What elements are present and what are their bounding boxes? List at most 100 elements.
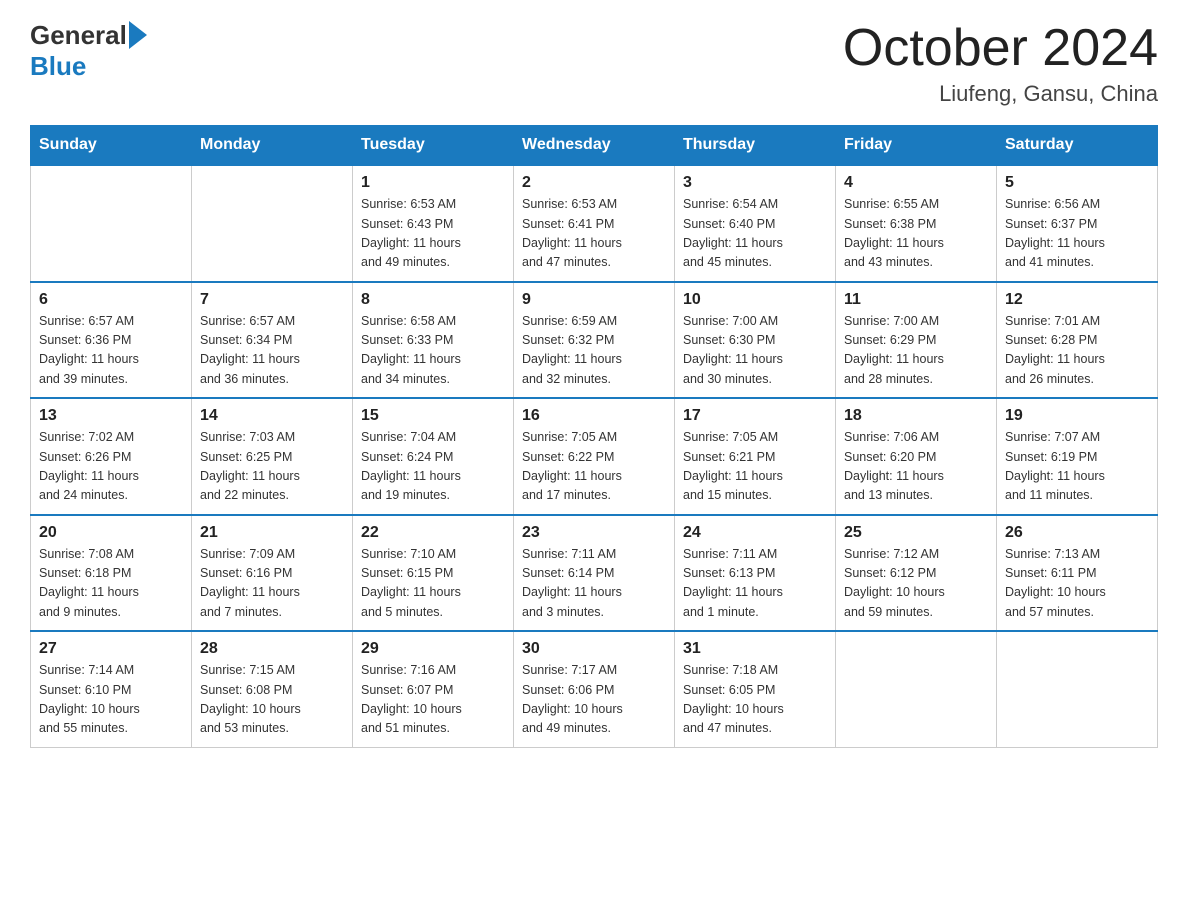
day-info: Sunrise: 6:57 AMSunset: 6:34 PMDaylight:… xyxy=(200,312,344,390)
day-number: 18 xyxy=(844,407,988,425)
calendar-cell: 14 Sunrise: 7:03 AMSunset: 6:25 PMDayligh… xyxy=(192,398,353,515)
calendar-cell: 19 Sunrise: 7:07 AMSunset: 6:19 PMDayligh… xyxy=(997,398,1158,515)
day-number: 23 xyxy=(522,524,666,542)
day-info: Sunrise: 6:54 AMSunset: 6:40 PMDaylight:… xyxy=(683,195,827,273)
day-number: 30 xyxy=(522,640,666,658)
day-number: 3 xyxy=(683,174,827,192)
calendar-cell: 28 Sunrise: 7:15 AMSunset: 6:08 PMDayligh… xyxy=(192,631,353,747)
day-number: 29 xyxy=(361,640,505,658)
calendar-cell: 13 Sunrise: 7:02 AMSunset: 6:26 PMDayligh… xyxy=(31,398,192,515)
day-number: 24 xyxy=(683,524,827,542)
day-number: 6 xyxy=(39,291,183,309)
day-number: 10 xyxy=(683,291,827,309)
day-number: 15 xyxy=(361,407,505,425)
calendar-cell: 12 Sunrise: 7:01 AMSunset: 6:28 PMDayligh… xyxy=(997,282,1158,399)
day-number: 13 xyxy=(39,407,183,425)
calendar-cell: 17 Sunrise: 7:05 AMSunset: 6:21 PMDayligh… xyxy=(675,398,836,515)
calendar-cell: 23Sunrise: 7:11 AMSunset: 6:14 PMDayligh… xyxy=(514,515,675,632)
day-number: 28 xyxy=(200,640,344,658)
day-info: Sunrise: 7:01 AMSunset: 6:28 PMDaylight:… xyxy=(1005,312,1149,390)
col-header-saturday: Saturday xyxy=(997,126,1158,166)
calendar-cell: 21Sunrise: 7:09 AMSunset: 6:16 PMDayligh… xyxy=(192,515,353,632)
col-header-friday: Friday xyxy=(836,126,997,166)
col-header-sunday: Sunday xyxy=(31,126,192,166)
day-number: 9 xyxy=(522,291,666,309)
calendar-cell: 3 Sunrise: 6:54 AMSunset: 6:40 PMDaylight… xyxy=(675,165,836,282)
calendar-cell: 6 Sunrise: 6:57 AMSunset: 6:36 PMDaylight… xyxy=(31,282,192,399)
calendar-cell: 8 Sunrise: 6:58 AMSunset: 6:33 PMDaylight… xyxy=(353,282,514,399)
day-info: Sunrise: 7:17 AMSunset: 6:06 PMDaylight:… xyxy=(522,661,666,739)
day-info: Sunrise: 7:12 AMSunset: 6:12 PMDaylight:… xyxy=(844,545,988,623)
calendar-week-row: 1 Sunrise: 6:53 AMSunset: 6:43 PMDaylight… xyxy=(31,165,1158,282)
calendar-cell: 31Sunrise: 7:18 AMSunset: 6:05 PMDayligh… xyxy=(675,631,836,747)
day-info: Sunrise: 7:16 AMSunset: 6:07 PMDaylight:… xyxy=(361,661,505,739)
day-info: Sunrise: 7:04 AMSunset: 6:24 PMDaylight:… xyxy=(361,428,505,506)
calendar-cell: 22 Sunrise: 7:10 AMSunset: 6:15 PMDayligh… xyxy=(353,515,514,632)
day-number: 31 xyxy=(683,640,827,658)
calendar-cell: 20Sunrise: 7:08 AMSunset: 6:18 PMDayligh… xyxy=(31,515,192,632)
calendar-cell: 16Sunrise: 7:05 AMSunset: 6:22 PMDayligh… xyxy=(514,398,675,515)
logo-general-text: General xyxy=(30,20,127,51)
day-info: Sunrise: 7:00 AMSunset: 6:29 PMDaylight:… xyxy=(844,312,988,390)
day-info: Sunrise: 7:05 AMSunset: 6:21 PMDaylight:… xyxy=(683,428,827,506)
day-info: Sunrise: 7:05 AMSunset: 6:22 PMDaylight:… xyxy=(522,428,666,506)
calendar-week-row: 27Sunrise: 7:14 AMSunset: 6:10 PMDayligh… xyxy=(31,631,1158,747)
location-text: Liufeng, Gansu, China xyxy=(843,81,1158,107)
calendar-cell: 5Sunrise: 6:56 AMSunset: 6:37 PMDaylight… xyxy=(997,165,1158,282)
day-number: 14 xyxy=(200,407,344,425)
calendar-cell: 24Sunrise: 7:11 AMSunset: 6:13 PMDayligh… xyxy=(675,515,836,632)
day-number: 20 xyxy=(39,524,183,542)
calendar-cell: 29 Sunrise: 7:16 AMSunset: 6:07 PMDayligh… xyxy=(353,631,514,747)
calendar-cell xyxy=(997,631,1158,747)
day-info: Sunrise: 6:57 AMSunset: 6:36 PMDaylight:… xyxy=(39,312,183,390)
day-info: Sunrise: 7:10 AMSunset: 6:15 PMDaylight:… xyxy=(361,545,505,623)
day-number: 11 xyxy=(844,291,988,309)
day-info: Sunrise: 7:02 AMSunset: 6:26 PMDaylight:… xyxy=(39,428,183,506)
day-number: 21 xyxy=(200,524,344,542)
day-number: 17 xyxy=(683,407,827,425)
calendar-table: SundayMondayTuesdayWednesdayThursdayFrid… xyxy=(30,125,1158,748)
day-info: Sunrise: 7:06 AMSunset: 6:20 PMDaylight:… xyxy=(844,428,988,506)
calendar-week-row: 6 Sunrise: 6:57 AMSunset: 6:36 PMDaylight… xyxy=(31,282,1158,399)
calendar-cell: 7 Sunrise: 6:57 AMSunset: 6:34 PMDaylight… xyxy=(192,282,353,399)
logo-arrow-icon xyxy=(129,21,147,49)
calendar-cell: 10 Sunrise: 7:00 AMSunset: 6:30 PMDayligh… xyxy=(675,282,836,399)
calendar-week-row: 13 Sunrise: 7:02 AMSunset: 6:26 PMDayligh… xyxy=(31,398,1158,515)
day-info: Sunrise: 6:53 AMSunset: 6:43 PMDaylight:… xyxy=(361,195,505,273)
calendar-cell: 15 Sunrise: 7:04 AMSunset: 6:24 PMDayligh… xyxy=(353,398,514,515)
calendar-cell: 11 Sunrise: 7:00 AMSunset: 6:29 PMDayligh… xyxy=(836,282,997,399)
day-info: Sunrise: 6:59 AMSunset: 6:32 PMDaylight:… xyxy=(522,312,666,390)
day-number: 1 xyxy=(361,174,505,192)
calendar-cell xyxy=(31,165,192,282)
day-info: Sunrise: 6:58 AMSunset: 6:33 PMDaylight:… xyxy=(361,312,505,390)
calendar-header-row: SundayMondayTuesdayWednesdayThursdayFrid… xyxy=(31,126,1158,166)
col-header-tuesday: Tuesday xyxy=(353,126,514,166)
calendar-cell: 27Sunrise: 7:14 AMSunset: 6:10 PMDayligh… xyxy=(31,631,192,747)
calendar-cell: 2 Sunrise: 6:53 AMSunset: 6:41 PMDaylight… xyxy=(514,165,675,282)
day-number: 7 xyxy=(200,291,344,309)
calendar-cell: 1 Sunrise: 6:53 AMSunset: 6:43 PMDaylight… xyxy=(353,165,514,282)
day-number: 2 xyxy=(522,174,666,192)
day-number: 4 xyxy=(844,174,988,192)
day-info: Sunrise: 6:53 AMSunset: 6:41 PMDaylight:… xyxy=(522,195,666,273)
day-info: Sunrise: 7:00 AMSunset: 6:30 PMDaylight:… xyxy=(683,312,827,390)
calendar-cell: 4Sunrise: 6:55 AMSunset: 6:38 PMDaylight… xyxy=(836,165,997,282)
day-info: Sunrise: 7:03 AMSunset: 6:25 PMDaylight:… xyxy=(200,428,344,506)
title-block: October 2024 Liufeng, Gansu, China xyxy=(843,20,1158,107)
calendar-week-row: 20Sunrise: 7:08 AMSunset: 6:18 PMDayligh… xyxy=(31,515,1158,632)
logo-blue-text: Blue xyxy=(30,51,86,82)
calendar-cell: 18 Sunrise: 7:06 AMSunset: 6:20 PMDayligh… xyxy=(836,398,997,515)
day-number: 22 xyxy=(361,524,505,542)
day-number: 12 xyxy=(1005,291,1149,309)
day-info: Sunrise: 7:07 AMSunset: 6:19 PMDaylight:… xyxy=(1005,428,1149,506)
day-number: 25 xyxy=(844,524,988,542)
day-info: Sunrise: 7:15 AMSunset: 6:08 PMDaylight:… xyxy=(200,661,344,739)
day-number: 19 xyxy=(1005,407,1149,425)
calendar-cell: 30 Sunrise: 7:17 AMSunset: 6:06 PMDayligh… xyxy=(514,631,675,747)
day-info: Sunrise: 7:14 AMSunset: 6:10 PMDaylight:… xyxy=(39,661,183,739)
calendar-body: 1 Sunrise: 6:53 AMSunset: 6:43 PMDaylight… xyxy=(31,165,1158,747)
calendar-cell xyxy=(192,165,353,282)
day-number: 8 xyxy=(361,291,505,309)
col-header-wednesday: Wednesday xyxy=(514,126,675,166)
day-number: 5 xyxy=(1005,174,1149,192)
